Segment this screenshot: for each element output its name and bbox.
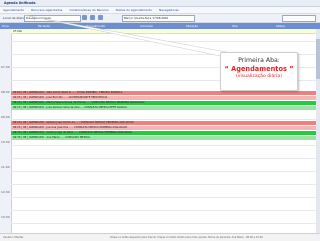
window-title: Agenda Unificada (4, 1, 36, 5)
time-label: 13:00 (1, 215, 10, 219)
menu-bar: Agendamento Recursos Agendados Colaborad… (0, 7, 320, 14)
header-status: Status (276, 24, 285, 28)
menu-navegadores[interactable]: Navegadores (159, 8, 179, 12)
time-label: 08:00 (1, 90, 10, 94)
header-paciente: Paciente (38, 24, 50, 28)
time-label: 09:00 (1, 115, 10, 119)
search-field[interactable] (282, 15, 316, 22)
prev-day-icon[interactable] (82, 15, 87, 20)
appointment-row[interactable]: 09:35 | 08 | AGENDADO - Ana Maria ... - … (11, 136, 316, 140)
date-field[interactable]: Março: Quarta-feira 17/03/2010 (122, 15, 195, 22)
menu-agendamento[interactable]: Agendamento (3, 8, 24, 12)
annotation-tab-name: “ Agendamentos ” (224, 65, 294, 73)
time-label: 11:00 (1, 165, 10, 169)
menu-colaboradores[interactable]: Colaboradores do Recurso (69, 8, 108, 12)
appointment-row[interactable]: 09:30 | 08 | AGENDADO - Carlos Jorge da … (11, 131, 316, 135)
appointment-row[interactable]: 09:20 | 08 | AGENDADO - Natalia Jose Car… (11, 121, 316, 125)
appointment-row[interactable]: 09:10 | 08 | AGENDADO - Maria Helena Sou… (11, 101, 316, 105)
appointment-row[interactable]: 09:05 | 08 | AGENDADO - Jose Bom Bo ... … (11, 96, 316, 100)
header-hora: Hora (2, 24, 9, 28)
toolbar: Local de Atendimento: Pré-Agendamento Ma… (0, 14, 320, 23)
first-slot-label: 07:00s (13, 30, 22, 33)
menu-status[interactable]: Status do Agendamento (116, 8, 152, 12)
title-bar: Agenda Unificada (0, 0, 320, 7)
annotation-callout: Primeira Aba: “ Agendamentos ” (visualiz… (220, 52, 298, 91)
menu-recursos-agendados[interactable]: Recursos Agendados (31, 8, 62, 12)
status-hint: Clique no botão esquerdo para marcar. Cl… (110, 236, 263, 239)
annotation-subtitle: (visualização diária) (235, 74, 283, 79)
next-day-icon[interactable] (98, 15, 103, 20)
header-situacao: Situação (186, 24, 199, 28)
header-obs: Obs. (232, 24, 239, 28)
vertical-scrollbar[interactable] (316, 29, 320, 233)
appointment-row[interactable]: 09:25 | 08 | AGENDADO - Joe Ana Jose Dos… (11, 126, 316, 130)
scrollbar-thumb[interactable] (316, 39, 320, 79)
header-procedimento: Procedimento (86, 24, 106, 28)
time-label: 12:00 (1, 190, 10, 194)
location-select[interactable]: Pré-Agendamento (24, 15, 81, 22)
first-slot[interactable]: 07:00s (11, 29, 316, 34)
annotation-title: Primeira Aba: (238, 57, 280, 64)
appointment-row[interactable]: 09:15 | 08 | AGENDADO - Jose Alemao Silv… (11, 106, 316, 110)
time-label: 10:00 (1, 140, 10, 144)
calendar-icon[interactable] (90, 15, 95, 20)
time-label: 07:00 (1, 65, 10, 69)
status-user: Usuário: Master (3, 236, 24, 239)
appointment-row[interactable]: 09:00 | 08 | AGENDADO - ANA LUCIA SILVA … (11, 91, 316, 95)
header-convenio: Convênio (140, 24, 154, 28)
